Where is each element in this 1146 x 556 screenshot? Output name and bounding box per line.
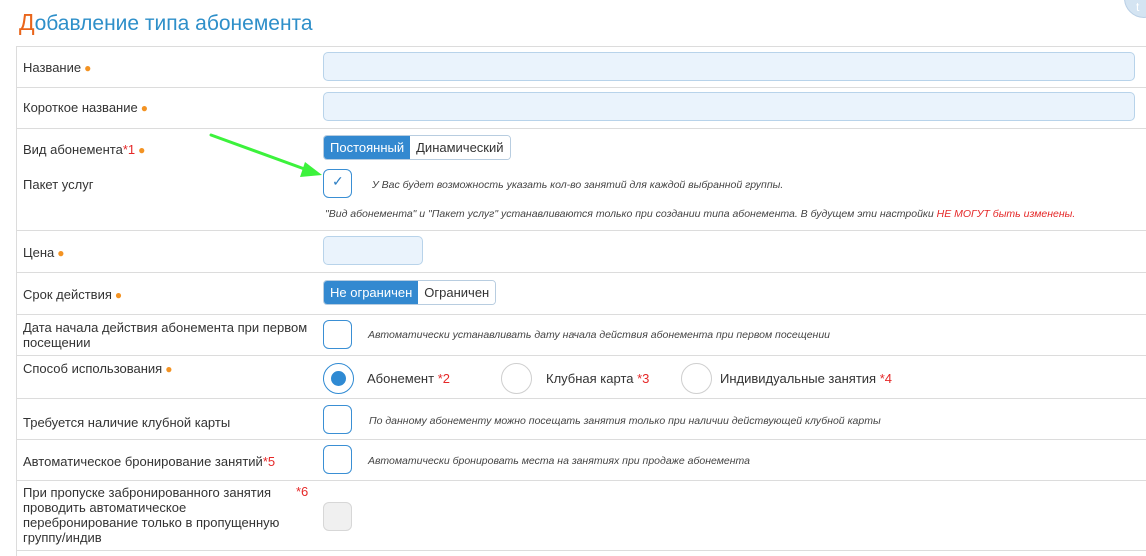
annotation-arrow-icon bbox=[209, 133, 322, 177]
